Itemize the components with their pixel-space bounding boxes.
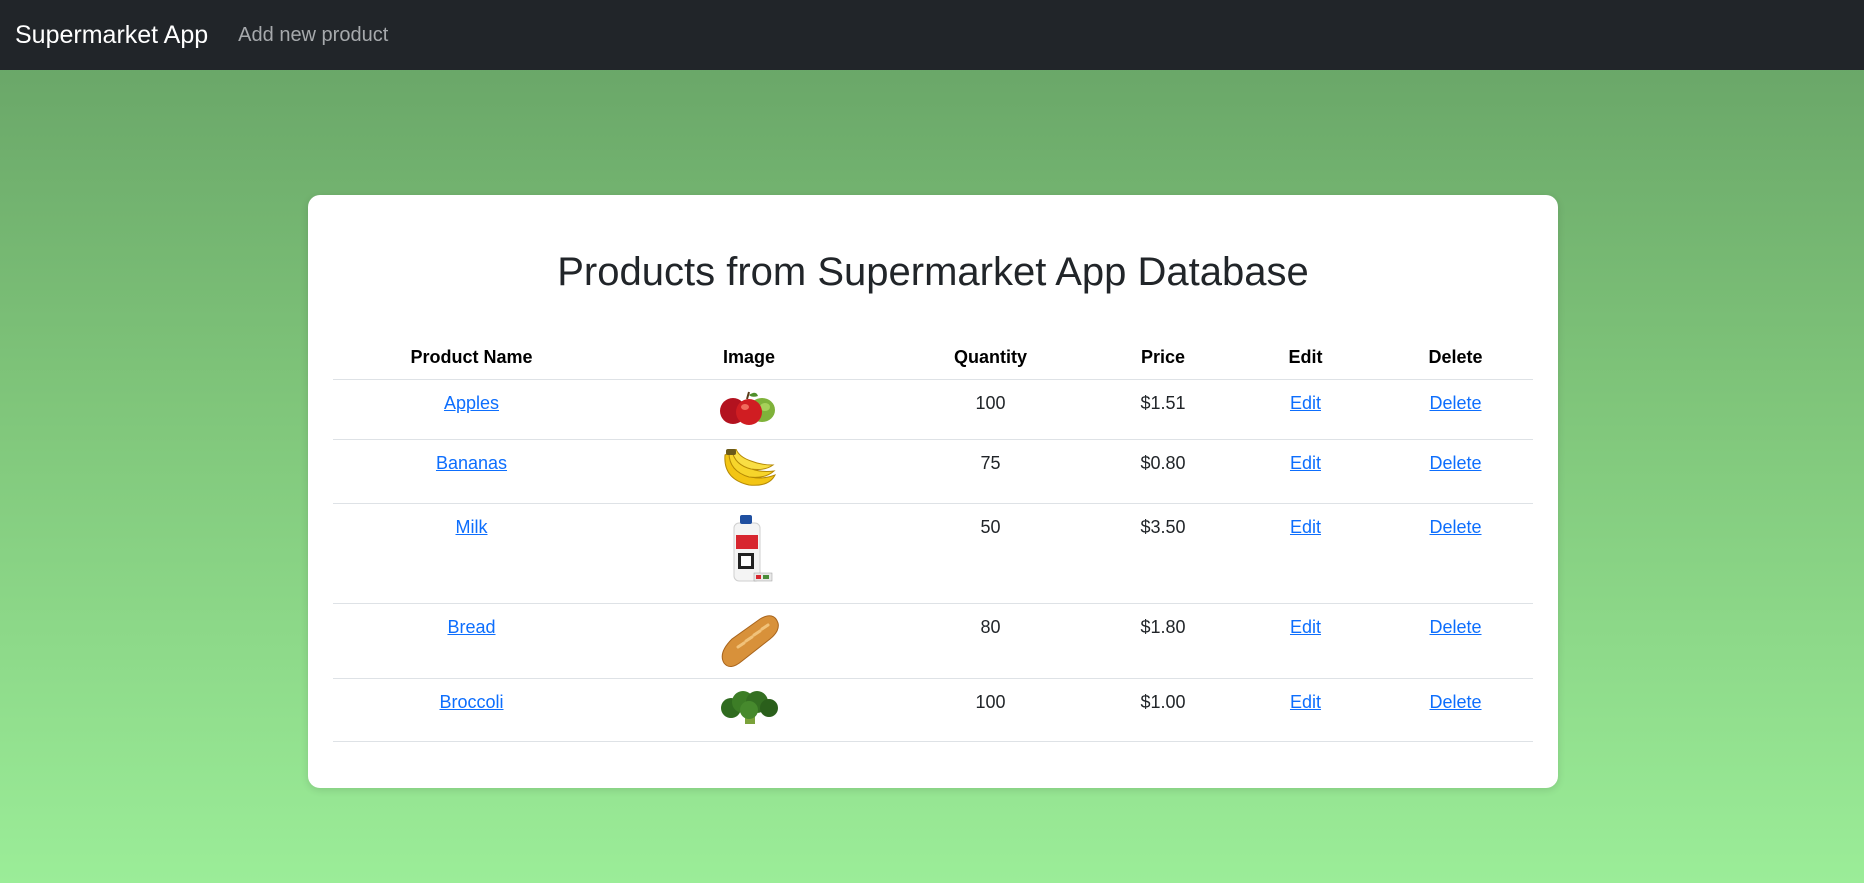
delete-link[interactable]: Delete <box>1429 517 1481 537</box>
price-cell: $1.51 <box>1093 379 1233 440</box>
price-cell: $1.00 <box>1093 678 1233 742</box>
add-new-product-link[interactable]: Add new product <box>238 24 388 47</box>
edit-link[interactable]: Edit <box>1290 692 1321 712</box>
table-row: Bananas 75 $0.80 Edit Delete <box>333 439 1533 504</box>
quantity-cell: 50 <box>888 503 1093 604</box>
table-row: Bread 80 $1.80 Edit Delete <box>333 603 1533 679</box>
broccoli-image <box>719 688 779 733</box>
product-name-link[interactable]: Bread <box>447 617 495 637</box>
quantity-cell: 100 <box>888 379 1093 440</box>
product-name-link[interactable]: Apples <box>444 393 499 413</box>
products-table: Product Name Image Quantity Price Edit D… <box>333 335 1533 742</box>
milk-image <box>724 513 774 588</box>
quantity-cell: 100 <box>888 678 1093 742</box>
delete-link[interactable]: Delete <box>1429 453 1481 473</box>
table-row: Broccoli 100 $1.00 Edit Delete <box>333 678 1533 742</box>
table-row: Apples 100 $1.51 Edit Delete <box>333 379 1533 440</box>
price-cell: $0.80 <box>1093 439 1233 504</box>
price-cell: $1.80 <box>1093 603 1233 679</box>
delete-link[interactable]: Delete <box>1429 692 1481 712</box>
header-product-name: Product Name <box>333 335 610 380</box>
edit-link[interactable]: Edit <box>1290 453 1321 473</box>
product-name-link[interactable]: Broccoli <box>439 692 503 712</box>
page-title: Products from Supermarket App Database <box>557 250 1309 294</box>
delete-link[interactable]: Delete <box>1429 617 1481 637</box>
products-card: Products from Supermarket App Database P… <box>308 195 1558 788</box>
edit-link[interactable]: Edit <box>1290 617 1321 637</box>
quantity-cell: 80 <box>888 603 1093 679</box>
header-image: Image <box>610 335 888 380</box>
edit-link[interactable]: Edit <box>1290 393 1321 413</box>
header-edit: Edit <box>1233 335 1378 380</box>
bananas-image <box>719 448 779 498</box>
navbar: Supermarket App Add new product <box>0 0 1864 70</box>
table-header-row: Product Name Image Quantity Price Edit D… <box>333 335 1533 380</box>
product-name-link[interactable]: Milk <box>456 517 488 537</box>
quantity-cell: 75 <box>888 439 1093 504</box>
brand-link[interactable]: Supermarket App <box>15 21 208 50</box>
header-quantity: Quantity <box>888 335 1093 380</box>
edit-link[interactable]: Edit <box>1290 517 1321 537</box>
bread-image <box>718 613 780 674</box>
table-row: Milk 50 $3.50 Edit Delete <box>333 503 1533 604</box>
apples-image <box>718 389 780 432</box>
header-delete: Delete <box>1378 335 1533 380</box>
product-name-link[interactable]: Bananas <box>436 453 507 473</box>
delete-link[interactable]: Delete <box>1429 393 1481 413</box>
header-price: Price <box>1093 335 1233 380</box>
price-cell: $3.50 <box>1093 503 1233 604</box>
